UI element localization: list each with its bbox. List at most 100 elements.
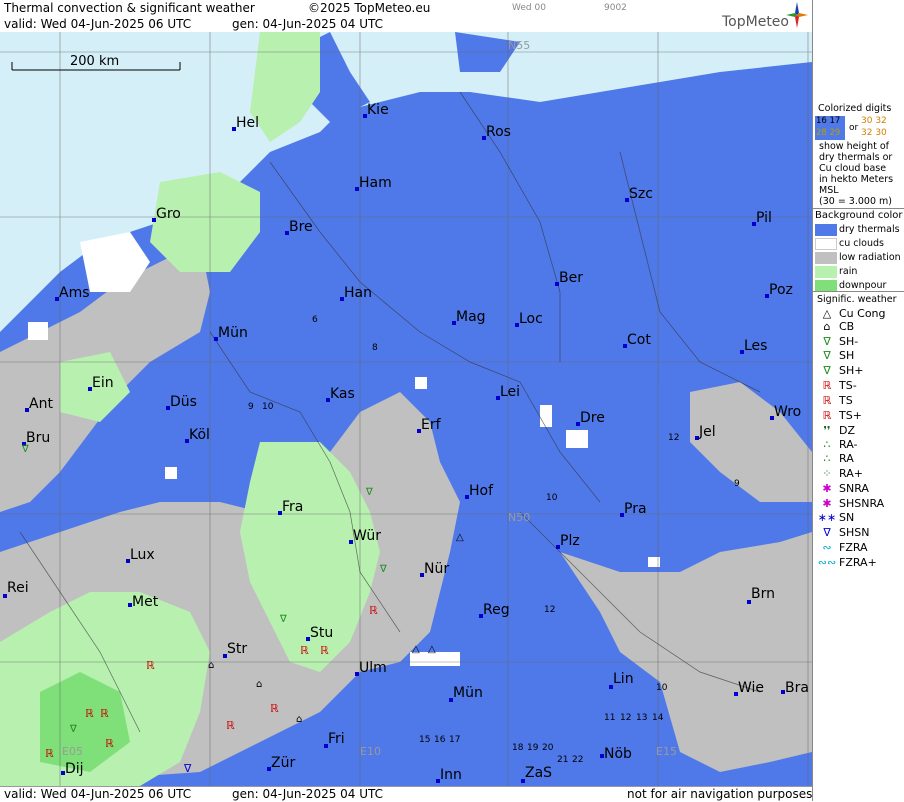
grid-label-e15: E15 xyxy=(656,745,677,758)
svg-text:10: 10 xyxy=(262,402,274,412)
grid-label-n50: N50 xyxy=(508,511,530,524)
city-label: Pil xyxy=(756,210,772,226)
svg-text:12: 12 xyxy=(620,713,631,723)
wx-symbol-icon: ❜❜ xyxy=(823,424,831,437)
city-label: Mag xyxy=(456,309,486,325)
copyright: ©2025 TopMeteo.eu xyxy=(308,1,431,15)
legend-wx-sn: ∗∗ SN xyxy=(813,511,904,525)
wx-label: SH xyxy=(839,349,855,362)
wx-symbol-icon: ⁘ xyxy=(822,467,832,480)
svg-text:ℝ: ℝ xyxy=(270,702,279,715)
wx-label: Cu Cong xyxy=(839,307,886,320)
city-label: Nöb xyxy=(604,746,632,762)
city-label: Nür xyxy=(424,561,449,577)
svg-text:21: 21 xyxy=(557,755,568,765)
scale-label: 200 km xyxy=(70,54,119,69)
svg-text:16: 16 xyxy=(434,735,446,745)
wx-symbol-icon: △ xyxy=(822,307,832,320)
city-label: Kas xyxy=(330,386,355,402)
wx-symbol-icon: ∾∾ xyxy=(817,556,837,569)
city-label: Bru xyxy=(26,430,50,446)
legend-wx-shsnra: ✱ SHSNRA xyxy=(813,497,904,511)
wx-symbol-icon: ℝ xyxy=(822,394,832,407)
legend-wx-ts: ℝ TS xyxy=(813,394,904,408)
city-label: Hof xyxy=(469,483,494,499)
colorized-title: Colorized digits xyxy=(818,103,892,114)
wx-label: DZ xyxy=(839,424,856,437)
svg-text:∇: ∇ xyxy=(365,487,373,498)
wx-label: TS xyxy=(839,394,853,407)
city-label: Gro xyxy=(156,206,181,222)
svg-text:ℝ: ℝ xyxy=(369,604,378,617)
svg-text:14: 14 xyxy=(652,713,664,723)
svg-text:11: 11 xyxy=(604,713,615,723)
city-label: Reg xyxy=(483,602,510,618)
city-label: Han xyxy=(344,285,372,301)
wx-label: RA xyxy=(839,452,854,465)
gen-time: gen: 04-Jun-2025 04 UTC xyxy=(232,17,384,31)
wx-label: SNRA xyxy=(839,482,869,495)
city-label: Str xyxy=(227,641,247,657)
day-code: Wed 00 xyxy=(512,3,546,13)
wx-symbol-icon: ℝ xyxy=(822,409,832,422)
weather-map[interactable]: 200 km N55 N50 E10 E15 E05 Hel Kie Ros H… xyxy=(0,32,812,786)
city-label: Lei xyxy=(500,384,520,400)
legend-wx-ts-: ℝ TS- xyxy=(813,379,904,393)
footer-gen-time: gen: 04-Jun-2025 04 UTC xyxy=(232,787,384,801)
wx-label: TS+ xyxy=(839,409,862,422)
svg-text:∇: ∇ xyxy=(279,614,287,625)
colorized-explain: show height of dry thermals or Cu cloud … xyxy=(819,141,894,207)
svg-text:∇: ∇ xyxy=(21,444,29,455)
wx-label: SN xyxy=(839,511,855,524)
city-label: Ams xyxy=(59,285,90,301)
city-label: Plz xyxy=(560,533,580,549)
wx-symbol-icon: ✱ xyxy=(822,497,832,510)
city-label: Inn xyxy=(440,767,462,783)
city-label: Cot xyxy=(627,332,651,348)
city-label: Met xyxy=(132,594,159,610)
svg-text:ℝ: ℝ xyxy=(320,644,329,657)
city-label: Wro xyxy=(774,404,801,420)
city-label: Ein xyxy=(92,375,114,391)
city-label: Mün xyxy=(218,325,248,341)
city-label: Fra xyxy=(282,499,303,515)
legend-wx-sh-: ∇ SH+ xyxy=(813,364,904,378)
city-label: Bra xyxy=(785,680,809,696)
legend-wx-ra: ∴ RA xyxy=(813,452,904,466)
legend-wx-snra: ✱ SNRA xyxy=(813,482,904,496)
svg-text:ℝ: ℝ xyxy=(105,737,114,750)
grid-label-e05: E05 xyxy=(62,745,83,758)
city-label: Zür xyxy=(271,755,295,771)
svg-text:20: 20 xyxy=(542,743,554,753)
legend-wx-shsn: ∇ SHSN xyxy=(813,526,904,540)
wx-label: FZRA xyxy=(839,541,868,554)
city-label: Dre xyxy=(580,410,605,426)
wx-label: RA+ xyxy=(839,467,863,480)
wx-symbol-icon: ∇ xyxy=(823,335,831,348)
valid-time: valid: Wed 04-Jun-2025 06 UTC xyxy=(4,17,192,31)
city-label: Erf xyxy=(421,417,442,433)
svg-text:18: 18 xyxy=(512,743,524,753)
svg-text:13: 13 xyxy=(636,713,647,723)
svg-text:6: 6 xyxy=(312,315,318,325)
legend-dry-thermals: dry thermals xyxy=(813,223,904,237)
city-label: Stu xyxy=(310,625,333,641)
map-code: 9002 xyxy=(604,3,627,13)
map-footer: valid: Wed 04-Jun-2025 06 UTC gen: 04-Ju… xyxy=(0,786,812,802)
city-label: Köl xyxy=(189,427,210,443)
city-label: ZaS xyxy=(525,765,552,781)
svg-text:∇: ∇ xyxy=(183,762,192,775)
city-label: Dij xyxy=(65,761,84,777)
wx-symbol-icon: ✱ xyxy=(822,482,832,495)
svg-text:⌂: ⌂ xyxy=(208,660,214,671)
svg-text:8: 8 xyxy=(372,343,378,353)
svg-text:22: 22 xyxy=(572,755,583,765)
legend-cu-clouds: cu clouds xyxy=(813,237,904,251)
footer-valid-time: valid: Wed 04-Jun-2025 06 UTC xyxy=(4,787,192,801)
svg-text:10: 10 xyxy=(656,683,668,693)
city-label: Fri xyxy=(328,731,345,747)
wx-symbol-icon: ∇ xyxy=(823,364,831,377)
wx-label: CB xyxy=(839,320,855,333)
legend-wx-fzra-: ∾∾ FZRA+ xyxy=(813,556,904,570)
city-label: Lin xyxy=(613,671,634,687)
